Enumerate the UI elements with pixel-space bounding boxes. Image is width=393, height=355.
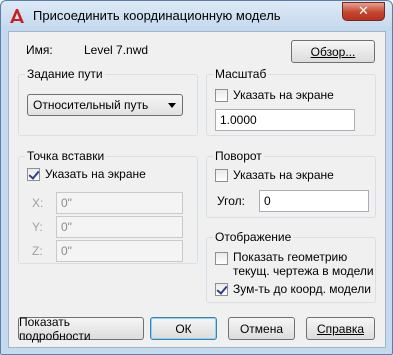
browse-button-label: Обзор...	[310, 44, 356, 59]
close-button[interactable]: ✕	[342, 2, 385, 21]
y-input[interactable]: 0"	[56, 216, 183, 238]
zoom-to-model-checkbox[interactable]	[215, 283, 228, 296]
z-input[interactable]: 0"	[56, 240, 183, 262]
ok-button-label: ОК	[175, 321, 192, 336]
scale-onscreen-label: Указать на экране	[233, 88, 334, 102]
scale-group: Масштаб Указать на экране 1.0000	[206, 67, 376, 136]
show-geometry-label-line2: текущ. чертежа в модели	[233, 264, 374, 278]
path-group-title: Задание пути	[25, 67, 105, 81]
browse-button[interactable]: Обзор...	[291, 40, 375, 63]
y-label: Y:	[32, 220, 43, 234]
dialog-client-area: Имя: Level 7.nwd Обзор... Задание пути О…	[8, 31, 386, 348]
dialog-window: Присоединить координационную модель ✕ Им…	[0, 0, 393, 355]
angle-input[interactable]: 0	[259, 190, 369, 212]
rotation-group: Поворот Указать на экране Угол: 0	[206, 149, 376, 218]
cancel-button-label: Отмена	[239, 321, 284, 336]
insert-onscreen-checkbox[interactable]	[27, 168, 40, 181]
show-geometry-label-line1: Показать геометрию	[233, 250, 348, 264]
display-group-title: Отображение	[213, 230, 294, 244]
scale-onscreen-checkbox[interactable]	[215, 89, 228, 102]
show-details-button[interactable]: Показать подробности	[18, 314, 144, 343]
z-label: Z:	[32, 244, 43, 258]
zoom-to-model-label: Зум-ть до коорд. модели	[233, 282, 371, 296]
path-group: Задание пути Относительный путь	[18, 67, 198, 136]
show-details-button-label: Показать подробности	[19, 314, 91, 343]
help-button[interactable]: Справка	[306, 317, 375, 340]
file-name-value: Level 7.nwd	[84, 43, 149, 57]
display-group: Отображение Показать геометрию текущ. че…	[206, 230, 376, 303]
path-type-select[interactable]: Относительный путь	[27, 94, 183, 116]
show-geometry-checkbox[interactable]	[215, 252, 228, 265]
scale-input[interactable]: 1.0000	[215, 109, 355, 131]
insertion-point-group: Точка вставки Указать на экране X: 0" Y:…	[18, 149, 198, 264]
help-button-label: Справка	[316, 321, 365, 336]
title-bar[interactable]: Присоединить координационную модель ✕	[1, 1, 392, 31]
window-title: Присоединить координационную модель	[33, 8, 281, 23]
name-label: Имя:	[26, 43, 53, 57]
close-icon: ✕	[358, 4, 369, 19]
ok-button[interactable]: ОК	[150, 317, 217, 340]
rotation-onscreen-label: Указать на экране	[233, 168, 334, 182]
insertion-group-title: Точка вставки	[25, 149, 107, 163]
chevron-down-icon	[168, 103, 176, 108]
x-input[interactable]: 0"	[56, 192, 183, 214]
autocad-logo-icon	[10, 9, 24, 23]
path-type-value: Относительный путь	[33, 98, 149, 112]
insert-onscreen-label: Указать на экране	[45, 167, 146, 181]
x-label: X:	[32, 196, 44, 210]
rotation-onscreen-checkbox[interactable]	[215, 169, 228, 182]
angle-label: Угол:	[217, 194, 245, 208]
scale-group-title: Масштаб	[213, 67, 269, 81]
rotation-group-title: Поворот	[213, 149, 264, 163]
cancel-button[interactable]: Отмена	[228, 317, 295, 340]
